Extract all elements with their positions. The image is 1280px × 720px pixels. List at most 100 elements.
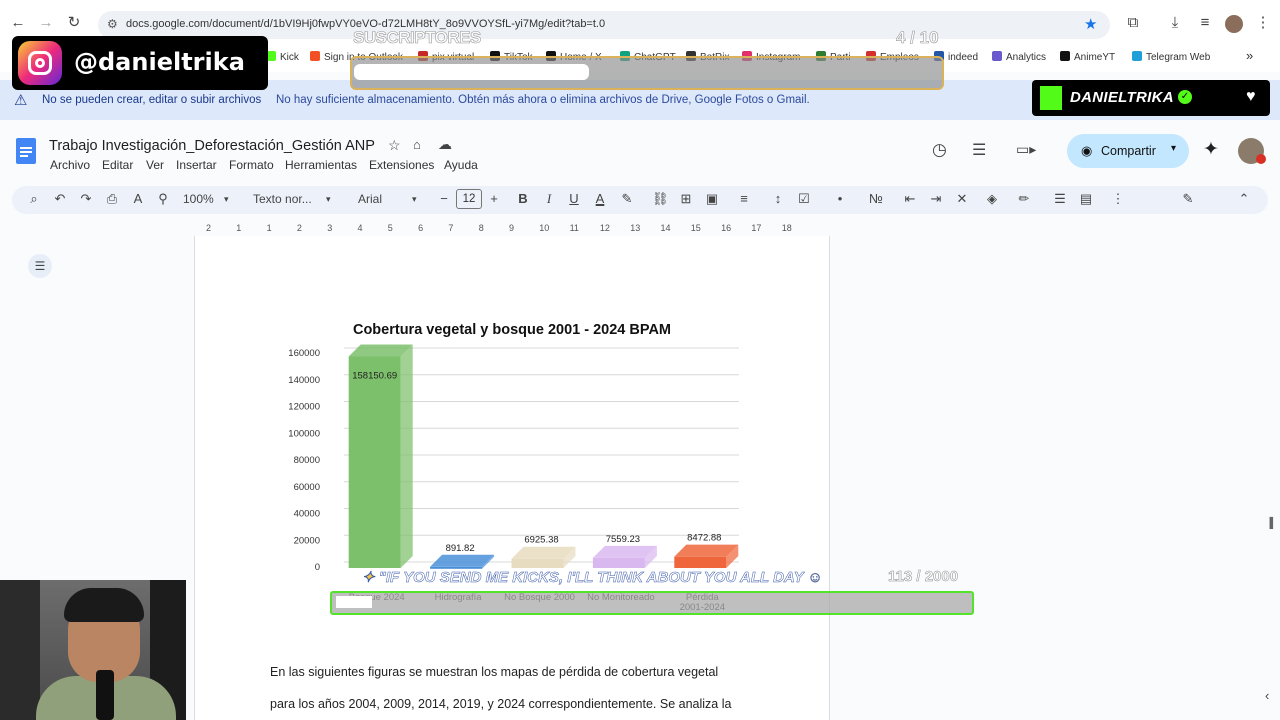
redo-icon[interactable]: ↷ — [78, 191, 94, 207]
insert-image-icon[interactable]: ▣ — [704, 191, 720, 207]
style-dropdown-icon[interactable]: ▾ — [326, 194, 331, 205]
more-bookmarks-icon[interactable]: » — [1246, 48, 1253, 63]
download-icon[interactable]: ⤓ — [1166, 14, 1184, 32]
instagram-handle: @danieltrika — [74, 48, 245, 76]
highlight-icon[interactable]: ✎ — [619, 191, 635, 207]
line-spacing-icon[interactable]: ↕ — [770, 191, 786, 207]
kick-goal-message: ✦ "IF YOU SEND ME KICKS, I'LL THINK ABOU… — [362, 568, 823, 587]
media-icon[interactable]: ≡ — [1196, 14, 1214, 32]
undo-icon[interactable]: ↶ — [52, 191, 68, 207]
style-select[interactable]: Texto nor... — [253, 192, 312, 206]
kick-goal-count: 113 / 2000 — [888, 568, 959, 586]
kick-goal-text: "IF YOU SEND ME KICKS, I'LL THINK ABOUT … — [378, 569, 804, 587]
ruler-tick-label: 10 — [539, 223, 550, 233]
document-title[interactable]: Trabajo Investigación_Deforestación_Gest… — [49, 138, 375, 154]
warning-message[interactable]: No hay suficiente almacenamiento. Obtén … — [276, 94, 810, 106]
verified-icon: ✓ — [1178, 90, 1192, 104]
align-icon[interactable]: ≡ — [736, 191, 752, 207]
clear-format-icon[interactable]: ✕ — [954, 191, 970, 207]
font-select[interactable]: Arial — [358, 192, 382, 206]
more-options-icon[interactable]: ⋮ — [1110, 191, 1126, 207]
font-size-input[interactable]: 12 — [456, 189, 482, 209]
decrease-font-icon[interactable]: − — [436, 191, 452, 207]
increase-indent-icon[interactable]: ⇥ — [928, 191, 944, 207]
menu-herramientas[interactable]: Herramientas — [285, 158, 357, 172]
bookmark-telegram[interactable]: Telegram Web — [1132, 51, 1210, 63]
paragraph-line-2: para los años 2004, 2009, 2014, 2019, y … — [270, 697, 732, 711]
bold-button[interactable]: B — [515, 191, 531, 207]
youtube-icon — [1060, 51, 1070, 61]
more-icon[interactable]: ⋮ — [1254, 14, 1272, 32]
italic-button[interactable]: I — [541, 191, 557, 207]
gemini-icon[interactable]: ✦ — [1203, 138, 1219, 161]
address-bar[interactable]: ⚙ docs.google.com/document/d/1bVI9Hj0fwp… — [98, 11, 1110, 39]
bookmark-analytics[interactable]: Analytics — [992, 51, 1046, 63]
fill-color-icon[interactable]: ◈ — [984, 191, 1000, 207]
scrollbar-thumb[interactable]: ▐ — [1266, 518, 1273, 529]
kick-name: DANIELTRIKA — [1070, 89, 1174, 106]
docs-logo-icon[interactable] — [16, 138, 36, 164]
zoom-dropdown-icon[interactable]: ▾ — [224, 194, 229, 205]
ruler-tick-label: 5 — [387, 223, 393, 233]
ruler-tick-label: 1 — [236, 223, 242, 233]
print-icon[interactable]: ⎙ — [104, 191, 120, 207]
formatting-toolbar: ⌕ ↶ ↷ ⎙ A ⚲ 100% ▾ Texto nor... ▾ Arial … — [12, 186, 1268, 214]
ruler-tick-label: 6 — [418, 223, 424, 233]
editing-mode-icon[interactable]: ✎ — [1180, 191, 1196, 207]
zoom-select[interactable]: 100% — [183, 192, 214, 206]
underline-button[interactable]: U — [566, 191, 582, 207]
data-label: 158150.69 — [352, 370, 397, 381]
increase-font-icon[interactable]: + — [486, 191, 502, 207]
menu-archivo[interactable]: Archivo — [50, 158, 90, 172]
menu-formato[interactable]: Formato — [229, 158, 274, 172]
text-color-icon[interactable]: A — [592, 191, 608, 207]
reload-icon[interactable]: ↻ — [65, 14, 83, 32]
smirk-emoji-icon: ☺ — [803, 569, 823, 587]
border-width-icon[interactable]: ☰ — [1052, 191, 1068, 207]
menu-editar[interactable]: Editar — [102, 158, 133, 172]
border-color-icon[interactable]: ✏ — [1016, 191, 1032, 207]
instagram-icon — [18, 41, 62, 85]
bookmark-animeyt[interactable]: AnimeYT — [1060, 51, 1115, 63]
star-icon[interactable]: ☆ — [388, 137, 401, 154]
meet-icon[interactable]: ▭▸ — [1016, 141, 1036, 158]
bookmark-star-icon[interactable]: ★ — [1084, 15, 1097, 33]
extensions-icon[interactable]: ⧉ — [1124, 14, 1142, 32]
decrease-indent-icon[interactable]: ⇤ — [902, 191, 918, 207]
font-dropdown-icon[interactable]: ▾ — [412, 194, 417, 205]
warning-icon: ⚠ — [14, 92, 28, 109]
share-button[interactable]: ◉ Compartir ▾ — [1067, 134, 1189, 168]
bullet-list-icon[interactable]: • — [832, 191, 848, 207]
y-tick-label: 80000 — [294, 455, 320, 466]
share-dropdown-icon[interactable]: ▾ — [1171, 143, 1176, 154]
account-avatar[interactable] — [1238, 138, 1266, 164]
menu-insertar[interactable]: Insertar — [176, 158, 217, 172]
spellcheck-icon[interactable]: A — [130, 191, 146, 207]
comments-icon[interactable]: ☰ — [972, 140, 986, 160]
history-icon[interactable]: ◷ — [932, 140, 947, 160]
menu-ayuda[interactable]: Ayuda — [444, 158, 478, 172]
ruler[interactable]: 2 1 1 2 3 4 5 6 7 8 9 10 11 12 13 14 15 16 17 18 — [194, 220, 830, 236]
search-menus-icon[interactable]: ⌕ — [26, 191, 42, 207]
cloud-status-icon[interactable]: ☁ — [438, 136, 452, 153]
link-icon[interactable]: ⛓ — [652, 191, 669, 207]
side-panel-toggle-icon[interactable]: ‹ — [1265, 688, 1269, 703]
checklist-icon[interactable]: ☑ — [796, 191, 812, 207]
move-icon[interactable]: ⌂ — [413, 137, 421, 152]
add-comment-icon[interactable]: ⊞ — [678, 191, 694, 207]
menu-ver[interactable]: Ver — [146, 158, 164, 172]
y-tick-label: 60000 — [294, 482, 320, 493]
subscribers-count: 4 / 10 — [896, 28, 939, 48]
menu-extensiones[interactable]: Extensiones — [369, 158, 434, 172]
bar-chart[interactable]: Cobertura vegetal y bosque 2001 - 2024 B… — [194, 236, 830, 720]
paint-format-icon[interactable]: ⚲ — [155, 191, 171, 207]
forward-icon[interactable]: → — [37, 14, 55, 32]
bookmark-kick[interactable]: Kick — [266, 51, 299, 63]
border-dash-icon[interactable]: ▤ — [1078, 191, 1094, 207]
numbered-list-icon[interactable]: № — [868, 191, 884, 207]
site-info-icon[interactable]: ⚙ — [107, 17, 118, 31]
profile-avatar[interactable] — [1225, 15, 1243, 33]
document-outline-icon[interactable]: ☰ — [28, 254, 52, 278]
collapse-menus-icon[interactable]: ⌃ — [1236, 191, 1252, 207]
back-icon[interactable]: ← — [9, 14, 27, 32]
